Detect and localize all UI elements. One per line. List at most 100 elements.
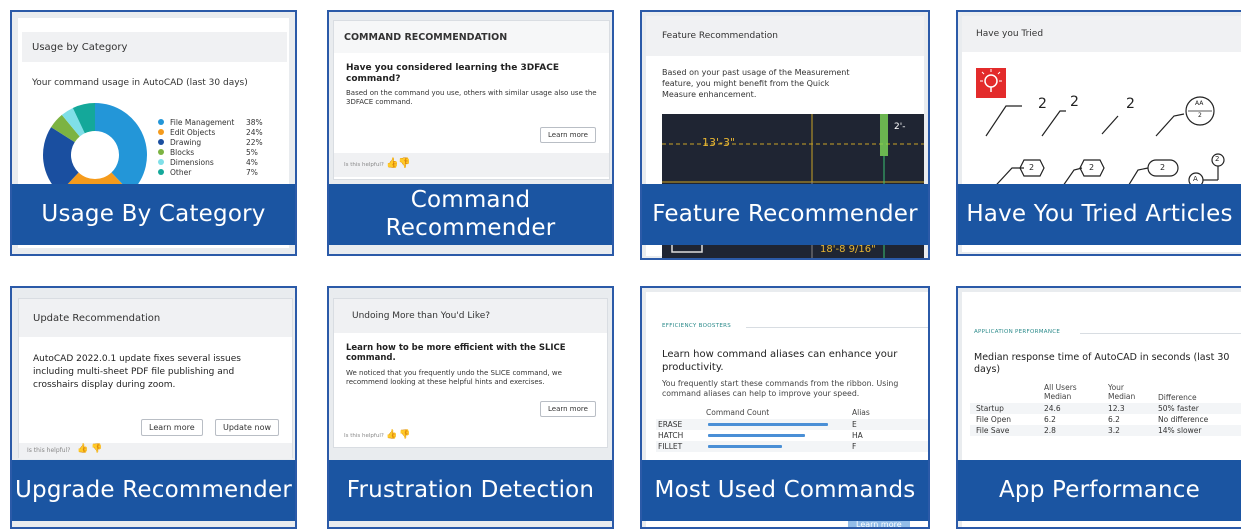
perf-col-all-line1: All Users xyxy=(1044,383,1077,392)
legend-label: Blocks xyxy=(170,147,195,157)
command-body: Based on the command you use, others wit… xyxy=(346,89,597,106)
leader-aa-bottom: 2 xyxy=(1198,112,1202,119)
legend-item: Drawing 22% xyxy=(158,137,278,147)
tile-most-used-commands[interactable]: EFFICIENCY BOOSTERS Learn how command al… xyxy=(640,286,930,529)
command-banner: Command Recommender xyxy=(329,184,612,245)
perf-metric: File Save xyxy=(976,426,1010,435)
thumbs-down-icon[interactable]: 👎 xyxy=(91,444,102,454)
command-question: Have you considered learning the 3DFACE … xyxy=(346,63,560,84)
command-banner-line2: Recommender xyxy=(385,214,556,241)
tried-banner: Have You Tried Articles xyxy=(958,184,1241,245)
command-learn-more-button[interactable]: Learn more xyxy=(540,127,596,143)
tile-upgrade-recommender[interactable]: Update Recommendation AutoCAD 2022.0.1 u… xyxy=(10,286,297,529)
leader-circle-a: A xyxy=(1193,175,1198,183)
legend-pct: 22% xyxy=(246,137,263,147)
col-command-count: Command Count xyxy=(706,408,770,417)
legend-dot xyxy=(158,139,164,145)
performance-row: Startup 24.6 12.3 50% faster xyxy=(970,403,1241,414)
perf-difference: 14% slower xyxy=(1158,426,1202,435)
legend-dot xyxy=(158,149,164,155)
perf-your-median: 12.3 xyxy=(1108,404,1125,413)
leader-num-2: 2 xyxy=(1070,94,1079,110)
perf-col-your: Your Median xyxy=(1108,383,1135,402)
tile-have-you-tried[interactable]: Have you Tried 2 2 2 AA 2 2 2 2 A 2 Have… xyxy=(956,10,1241,256)
command-row: ERASE E xyxy=(656,419,928,430)
usage-banner: Usage By Category xyxy=(12,184,295,245)
frustration-feedback-bar: Is this helpful? 👍 👎 xyxy=(344,429,544,445)
perf-col-all: All Users Median xyxy=(1044,383,1077,402)
efficiency-divider xyxy=(746,327,928,328)
legend-pct: 7% xyxy=(246,167,258,177)
upgrade-learn-more-button[interactable]: Learn more xyxy=(141,419,203,436)
command-alias: HA xyxy=(852,431,863,440)
perf-all-median: 2.8 xyxy=(1044,426,1056,435)
legend-pct: 4% xyxy=(246,157,258,167)
frustration-title: Learn how to be more efficient with the … xyxy=(346,343,566,364)
command-header: COMMAND RECOMMENDATION xyxy=(334,21,609,53)
performance-row: File Save 2.8 3.2 14% slower xyxy=(970,425,1241,436)
usage-subtitle: Your command usage in AutoCAD (last 30 d… xyxy=(32,78,248,88)
command-alias: F xyxy=(852,442,857,451)
tile-frustration-detection[interactable]: Undoing More than You'd Like? Learn how … xyxy=(327,286,614,529)
feature-header: Feature Recommendation xyxy=(646,16,924,56)
legend-pct: 38% xyxy=(246,117,263,127)
most-used-banner: Most Used Commands xyxy=(642,460,928,521)
legend-item: Edit Objects 24% xyxy=(158,127,278,137)
legend-dot xyxy=(158,169,164,175)
leader-examples-illustration xyxy=(976,68,1225,196)
perf-col-your-line2: Median xyxy=(1108,392,1136,402)
tile-usage-by-category[interactable]: Usage by Category Your command usage in … xyxy=(10,10,297,256)
command-rows: ERASE E HATCH HA FILLET F xyxy=(656,419,928,452)
legend-label: Edit Objects xyxy=(170,127,216,137)
perf-col-your-line1: Your xyxy=(1108,383,1125,392)
legend-label: File Management xyxy=(170,117,235,127)
tile-command-recommender[interactable]: COMMAND RECOMMENDATION Have you consider… xyxy=(327,10,614,256)
command-row: HATCH HA xyxy=(656,430,928,441)
tile-app-performance[interactable]: APPLICATION PERFORMANCE Median response … xyxy=(956,286,1241,529)
performance-banner: App Performance xyxy=(958,460,1241,521)
legend-pct: 24% xyxy=(246,127,263,137)
perf-metric: Startup xyxy=(976,404,1004,413)
performance-section-label: APPLICATION PERFORMANCE xyxy=(974,329,1061,335)
frustration-body: We noticed that you frequently undo the … xyxy=(346,369,562,386)
perf-your-median: 3.2 xyxy=(1108,426,1120,435)
command-name: ERASE xyxy=(658,420,683,429)
frustration-helpful-label: Is this helpful? xyxy=(344,433,384,439)
usage-header: Usage by Category xyxy=(22,32,287,62)
leader-tag-1: 2 xyxy=(1029,163,1035,172)
thumbs-down-icon[interactable]: 👎 xyxy=(398,158,410,169)
tile-feature-recommender[interactable]: Feature Recommendation Based on your pas… xyxy=(640,10,930,260)
performance-row: File Open 6.2 6.2 No difference xyxy=(970,414,1241,425)
legend-label: Drawing xyxy=(170,137,202,147)
feature-dim-1: 13'-3" xyxy=(702,136,736,149)
perf-difference: 50% faster xyxy=(1158,404,1199,413)
command-feedback-bar: Is this helpful? 👍 👎 xyxy=(334,153,609,177)
legend-dot xyxy=(158,119,164,125)
thumbs-up-icon[interactable]: 👍 xyxy=(77,444,88,454)
most-used-body: You frequently start these commands from… xyxy=(662,379,899,398)
command-count-bar xyxy=(708,423,828,426)
command-alias: E xyxy=(852,420,857,429)
frustration-banner: Frustration Detection xyxy=(329,460,612,521)
command-name: FILLET xyxy=(658,442,683,451)
thumbs-down-icon[interactable]: 👎 xyxy=(399,430,410,440)
thumbs-up-icon[interactable]: 👍 xyxy=(386,158,398,169)
thumbs-up-icon[interactable]: 👍 xyxy=(386,430,397,440)
command-count-bar xyxy=(708,445,782,448)
legend-item: Other 7% xyxy=(158,167,278,177)
usage-legend: File Management 38% Edit Objects 24% Dra… xyxy=(158,117,278,177)
perf-col-all-line2: Median xyxy=(1044,392,1072,402)
leader-num-3: 2 xyxy=(1126,96,1135,112)
command-card: COMMAND RECOMMENDATION Have you consider… xyxy=(333,20,610,180)
command-row: FILLET F xyxy=(656,441,928,452)
command-count-bar xyxy=(708,434,805,437)
update-now-button[interactable]: Update now xyxy=(215,419,280,436)
upgrade-header: Update Recommendation xyxy=(19,299,292,337)
most-used-title: Learn how command aliases can enhance yo… xyxy=(662,349,898,373)
legend-item: Dimensions 4% xyxy=(158,157,278,167)
perf-metric: File Open xyxy=(976,415,1011,424)
frustration-learn-more-button[interactable]: Learn more xyxy=(540,401,596,417)
leader-tag-3: 2 xyxy=(1160,163,1166,172)
legend-dot xyxy=(158,159,164,165)
tried-header: Have you Tried xyxy=(962,16,1241,52)
